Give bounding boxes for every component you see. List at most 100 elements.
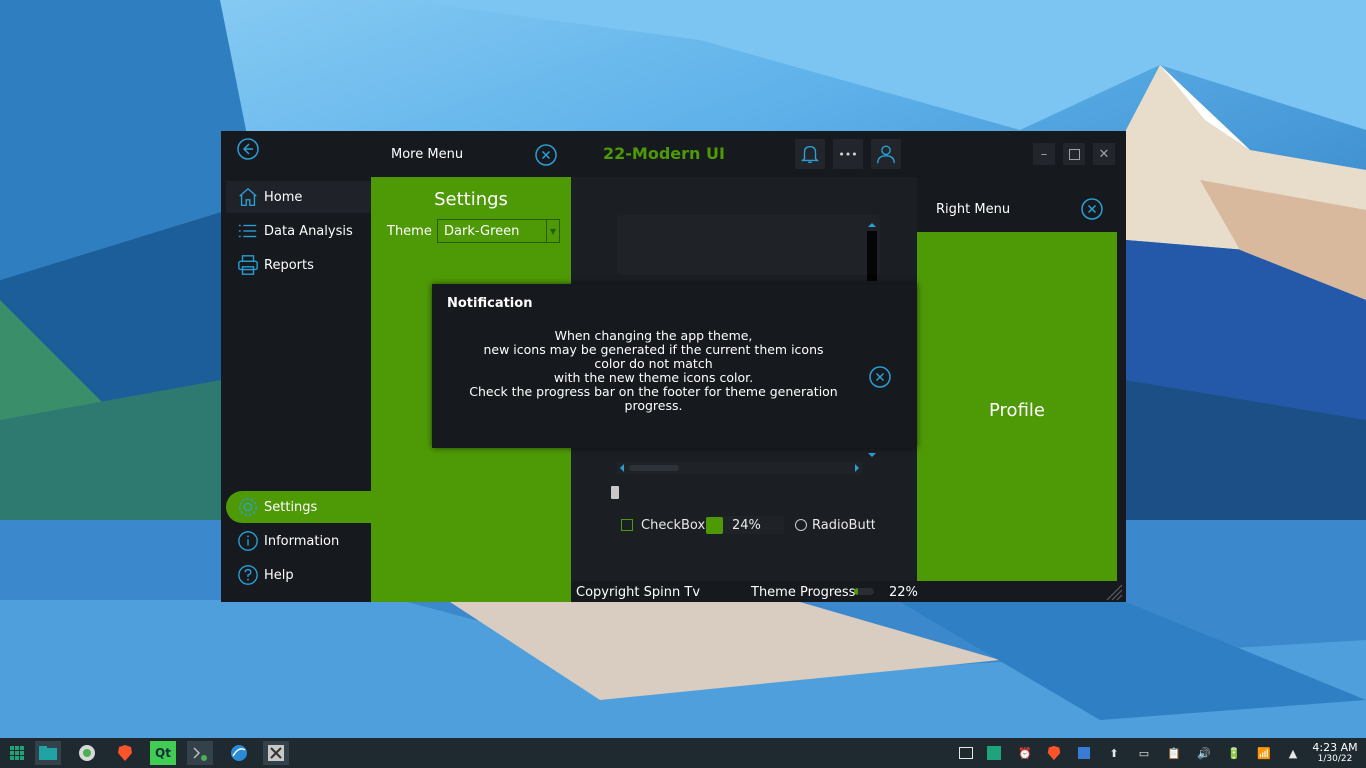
wifi-icon[interactable]: 📶 <box>1255 744 1273 762</box>
more-options-button[interactable] <box>833 139 863 169</box>
help-icon <box>236 563 260 587</box>
nav-item-label: Home <box>264 189 303 205</box>
close-icon <box>1081 198 1103 220</box>
radio-circle[interactable] <box>795 519 807 531</box>
notification-title: Notification <box>447 296 533 311</box>
spinbox-value: 24% <box>732 517 761 533</box>
notifications-button[interactable] <box>795 139 825 169</box>
nav-item-data-analysis[interactable]: Data Analysis <box>226 215 371 247</box>
brave-icon <box>118 745 132 761</box>
theme-progress-value: 22% <box>889 585 918 600</box>
volume-icon[interactable]: 🔊 <box>1195 744 1213 762</box>
spinbox-swatch <box>706 516 723 534</box>
nav-item-help[interactable]: Help <box>226 559 371 591</box>
taskbar-app-green[interactable] <box>74 741 100 765</box>
nav-item-label: Settings <box>264 499 318 515</box>
horizontal-scrollbar[interactable] <box>617 462 862 474</box>
horizontal-scrollbar-thumb[interactable] <box>629 465 679 471</box>
nav-item-settings[interactable]: Settings <box>226 491 371 523</box>
alarm-icon[interactable]: ⏰ <box>1016 744 1034 762</box>
tray-green-square-icon <box>987 746 1001 760</box>
folder-icon <box>39 746 57 760</box>
battery-icon[interactable]: 🔋 <box>1225 744 1243 762</box>
back-arrow-icon <box>237 138 259 160</box>
more-dots-icon <box>840 152 856 156</box>
size-grip-icon[interactable] <box>1105 583 1123 601</box>
profile-button[interactable] <box>871 139 901 169</box>
nav-item-information[interactable]: Information <box>226 525 371 557</box>
radio-label: RadioButton <box>812 517 875 533</box>
app-launcher-button[interactable] <box>4 741 30 765</box>
show-desktop-icon[interactable] <box>957 744 975 762</box>
notification-body: When changing the app theme, new icons m… <box>452 329 855 413</box>
percent-spinbox[interactable]: 24% <box>706 516 784 534</box>
more-menu-header: More Menu <box>371 131 571 177</box>
taskbar-x-app[interactable] <box>263 741 289 765</box>
info-icon <box>236 529 260 553</box>
chevron-right-icon <box>855 464 859 472</box>
list-icon <box>236 219 260 243</box>
nav-item-label: Help <box>264 567 294 583</box>
checkbox-label: CheckBox <box>641 517 706 533</box>
updates-icon[interactable]: ⬆ <box>1105 744 1123 762</box>
brave-tray-icon[interactable] <box>1045 744 1063 762</box>
gear-icon <box>236 495 260 519</box>
globe-icon <box>231 745 247 761</box>
nav-item-home[interactable]: Home <box>226 181 371 213</box>
nav-item-label: Reports <box>264 257 314 273</box>
menu-toggle-button[interactable] <box>236 137 260 161</box>
right-menu-close-button[interactable] <box>1080 197 1104 221</box>
checkbox[interactable]: CheckBox <box>621 517 705 533</box>
taskbar-qt-creator[interactable]: Qt <box>150 741 176 765</box>
minimize-button[interactable]: – <box>1033 143 1055 165</box>
checkbox-box[interactable] <box>621 519 633 531</box>
printer-icon <box>236 253 260 277</box>
right-menu-header: Right Menu <box>917 185 1117 232</box>
taskbar-brave-browser[interactable] <box>112 741 138 765</box>
console-icon[interactable]: ▭ <box>1135 744 1153 762</box>
right-menu-panel: Right Menu Profile <box>917 185 1117 582</box>
notification-close-button[interactable] <box>868 365 892 389</box>
profile-label: Profile <box>989 400 1045 421</box>
clock-date[interactable]: 1/30/22 <box>1311 754 1359 764</box>
close-window-button[interactable]: ✕ <box>1093 143 1115 165</box>
theme-progress-bar <box>854 588 874 595</box>
close-icon <box>535 144 557 166</box>
terminal-icon <box>193 747 207 761</box>
x-app-icon <box>268 745 284 761</box>
theme-select[interactable]: Dark-Green ▼ <box>437 219 560 243</box>
app-title: 22-Modern UI <box>603 144 725 163</box>
slider-handle[interactable] <box>611 486 619 499</box>
copyright-text: Copyright Spinn Tv <box>576 585 701 600</box>
nav-item-reports[interactable]: Reports <box>226 249 371 281</box>
app-circle-icon <box>79 745 95 761</box>
theme-progress-fill <box>854 588 859 595</box>
minimize-icon: – <box>1040 146 1048 162</box>
notification-line: with the new theme icons color. <box>553 370 754 385</box>
clipboard-icon[interactable]: 📋 <box>1165 744 1183 762</box>
tray-expand-icon[interactable]: ▲ <box>1284 744 1302 762</box>
chevron-down-icon: ▼ <box>546 220 559 242</box>
more-menu-title: More Menu <box>391 147 464 162</box>
taskbar-terminal[interactable] <box>187 741 213 765</box>
nav-item-label: Information <box>264 533 340 549</box>
brave-icon <box>1047 745 1061 761</box>
notification-line: progress. <box>624 398 683 413</box>
desktop-square-icon <box>959 747 973 759</box>
home-icon <box>236 185 260 209</box>
more-menu-close-button[interactable] <box>534 143 558 167</box>
maximize-button[interactable] <box>1063 143 1085 165</box>
notification-line: new icons may be generated if the curren… <box>483 342 824 357</box>
user-icon <box>877 145 895 164</box>
tray-app-icon[interactable] <box>985 744 1003 762</box>
clock-time[interactable]: 4:23 AM <box>1311 741 1359 754</box>
maximize-icon <box>1068 148 1080 160</box>
close-icon: ✕ <box>1098 146 1110 162</box>
radio-button[interactable]: RadioButton <box>795 516 875 534</box>
notification-line: color do not match <box>594 356 713 371</box>
text-edit-area[interactable] <box>617 215 880 275</box>
tray-windows-icon[interactable] <box>1075 744 1093 762</box>
notification-popup: Notification When changing the app theme… <box>432 284 917 448</box>
taskbar-file-manager[interactable] <box>35 741 61 765</box>
taskbar-web-browser[interactable] <box>226 741 252 765</box>
